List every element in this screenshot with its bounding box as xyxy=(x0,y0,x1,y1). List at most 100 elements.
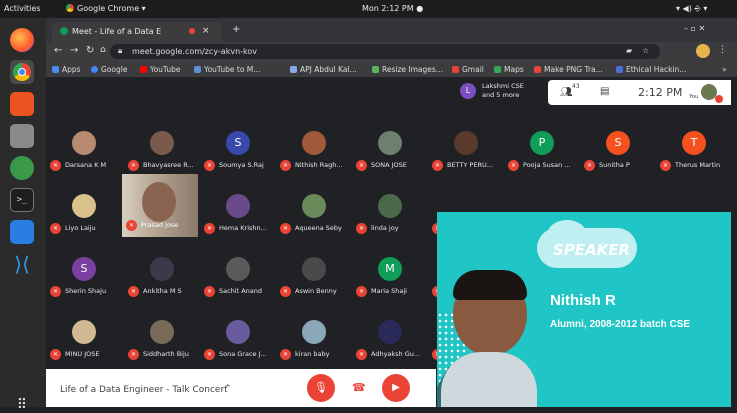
system-tray-icons[interactable]: ▾ ◀) ⎆ ▾ xyxy=(676,4,707,14)
files-icon[interactable] xyxy=(10,124,34,148)
speaker-overlay-card: SPEAKER Nithish R Alumni, 2008-2012 batc… xyxy=(437,212,731,407)
bookmark-star-icon[interactable]: ☆ xyxy=(642,46,649,55)
participant-tile[interactable]: M ✕ Maria Shaji xyxy=(352,251,428,311)
participant-tile[interactable]: ✕ SONA JOSE xyxy=(352,125,428,185)
people-icon[interactable]: 👥︎ xyxy=(560,87,573,98)
participant-tile[interactable]: ✕ MINU JOSE xyxy=(46,314,122,374)
chrome-icon xyxy=(66,4,74,12)
profile-avatar[interactable] xyxy=(696,44,710,58)
camera-toggle-button[interactable]: ▶︎ xyxy=(382,374,410,402)
bookmark-youtube[interactable]: YouTube xyxy=(140,65,181,74)
participant-tile[interactable]: T ✕ Therus Martin xyxy=(656,125,732,185)
participant-name: Aswin Benny xyxy=(295,287,337,295)
bookmarks-overflow-icon[interactable]: » xyxy=(722,65,727,74)
participant-tile[interactable]: S ✕ Sunitha P xyxy=(580,125,656,185)
chat-icon[interactable]: ▤ xyxy=(600,86,609,97)
participant-avatar xyxy=(226,194,250,218)
participant-video-tile[interactable]: ✕ Prasad Jose xyxy=(122,174,198,237)
mic-off-icon: ✕ xyxy=(280,349,291,360)
participant-avatar: P xyxy=(530,131,554,155)
bookmark-apj[interactable]: APJ Abdul Kal... xyxy=(290,65,357,74)
clock[interactable]: Mon 2:12 PM ● xyxy=(362,4,423,13)
show-apps-icon[interactable]: ⠿ xyxy=(10,398,34,412)
participant-tile[interactable]: ✕ xyxy=(428,188,437,248)
home-icon[interactable]: ⌂ xyxy=(100,45,106,55)
bookmark-resize-images[interactable]: Resize Images... xyxy=(372,65,443,74)
app-menu[interactable]: Google Chrome ▾ xyxy=(66,4,146,13)
participant-tile[interactable]: ✕ Aqueena Seby xyxy=(276,188,352,248)
leave-call-button[interactable]: ☎︎ xyxy=(352,381,366,394)
terminal-icon[interactable]: >_ xyxy=(10,188,34,212)
back-icon[interactable]: ← xyxy=(54,45,62,56)
meeting-title[interactable]: Life of a Data Engineer - Talk Concert xyxy=(60,385,228,395)
camera-icon[interactable]: ▰ xyxy=(626,46,632,55)
participant-tile[interactable]: ✕ Ankitha M S xyxy=(124,251,200,311)
participant-avatar xyxy=(226,320,250,344)
participant-avatar xyxy=(72,320,96,344)
participant-tile[interactable]: S ✕ Soumya S.Raj xyxy=(200,125,276,185)
participant-tile[interactable]: ✕ Liyo Laiju xyxy=(46,188,122,248)
participant-tile[interactable]: ✕ Darsana K M xyxy=(46,125,122,185)
participant-tile[interactable]: P ✕ Pooja Susan ... xyxy=(504,125,580,185)
mic-off-icon: ✕ xyxy=(204,223,215,234)
participant-count: 43 xyxy=(572,83,580,90)
participant-name: Pooja Susan ... xyxy=(523,161,571,169)
bookmark-google[interactable]: Google xyxy=(91,65,127,74)
activities-button[interactable]: Activities xyxy=(4,4,41,13)
mic-off-icon: ✕ xyxy=(356,223,367,234)
tab-meet[interactable]: Meet - Life of a Data E × xyxy=(52,22,222,42)
participant-tile[interactable]: ✕ Sachit Anand xyxy=(200,251,276,311)
participant-tile[interactable]: ✕ Nithish Ragh... xyxy=(276,125,352,185)
participant-avatar xyxy=(302,194,326,218)
forward-icon[interactable]: → xyxy=(70,45,78,56)
close-tab-icon[interactable]: × xyxy=(202,26,210,36)
reload-icon[interactable]: ↻ xyxy=(86,45,94,56)
participant-tile[interactable]: ✕ xyxy=(428,251,437,311)
bookmark-youtube-to-mp3[interactable]: YouTube to M... xyxy=(194,65,260,74)
address-bar[interactable]: 🔒︎ meet.google.com/zcy-akvn-kov ▰ ☆ xyxy=(110,44,660,59)
vscode-icon[interactable]: ⟩⟨ xyxy=(10,252,34,276)
bookmark-ethical-hacking[interactable]: Ethical Hackin... xyxy=(616,65,686,74)
participant-tile[interactable]: ✕ kiran baby xyxy=(276,314,352,374)
browser-toolbar: ← → ↻ ⌂ 🔒︎ meet.google.com/zcy-akvn-kov … xyxy=(46,42,737,61)
menu-icon[interactable]: ⋮ xyxy=(718,45,727,55)
bookmark-maps[interactable]: Maps xyxy=(494,65,524,74)
participant-avatar: S xyxy=(606,131,630,155)
participant-name: Sachit Anand xyxy=(219,287,263,295)
page-icon xyxy=(194,66,201,73)
participant-name: Maria Shaji xyxy=(371,287,407,295)
software-center-icon[interactable] xyxy=(10,92,34,116)
presenter-avatar: L xyxy=(460,83,476,99)
mic-toggle-button[interactable]: 🎙︎ xyxy=(307,374,335,402)
participant-tile[interactable]: ✕ Siddharth Biju xyxy=(124,314,200,374)
mic-off-icon: ✕ xyxy=(204,286,215,297)
speaker-subtitle: Alumni, 2008-2012 batch CSE xyxy=(550,319,691,330)
participant-tile[interactable]: ✕ Aswin Benny xyxy=(276,251,352,311)
mic-off-icon: ✕ xyxy=(432,160,443,171)
document-icon[interactable] xyxy=(10,220,34,244)
chrome-dock-icon[interactable] xyxy=(10,60,34,84)
firefox-icon[interactable] xyxy=(10,28,34,52)
participant-tile[interactable]: ✕ Hema Krishn... xyxy=(200,188,276,248)
participant-name: Bhavyasree R... xyxy=(143,161,194,169)
new-tab-button[interactable]: + xyxy=(232,24,240,35)
bookmark-gmail[interactable]: Gmail xyxy=(452,65,484,74)
page-icon xyxy=(290,66,297,73)
privacy-app-icon[interactable] xyxy=(10,156,34,180)
window-controls[interactable]: – ▫ ✕ xyxy=(684,24,705,33)
participant-avatar xyxy=(72,131,96,155)
participant-tile[interactable]: ✕ linda joy xyxy=(352,188,428,248)
bookmark-make-png[interactable]: Make PNG Tra... xyxy=(534,65,603,74)
chevron-up-icon[interactable]: ⌃ xyxy=(224,384,232,394)
youtube-icon xyxy=(140,66,147,73)
meeting-info-bar: 👥︎ 43 ▤ 2:12 PM You xyxy=(548,80,731,105)
participant-tile[interactable]: ✕ xyxy=(428,314,437,374)
participant-tile[interactable]: ✕ BETTY PERU... xyxy=(428,125,504,185)
participant-tile[interactable]: ✕ Adhyaksh Gu... xyxy=(352,314,428,374)
bookmark-apps[interactable]: Apps xyxy=(52,65,81,74)
page-icon xyxy=(372,66,379,73)
participant-tile[interactable]: S ✕ Sherin Shaju xyxy=(46,251,122,311)
page-icon xyxy=(534,66,541,73)
participant-tile[interactable]: ✕ Sona Grace J... xyxy=(200,314,276,374)
participant-avatar xyxy=(302,257,326,281)
